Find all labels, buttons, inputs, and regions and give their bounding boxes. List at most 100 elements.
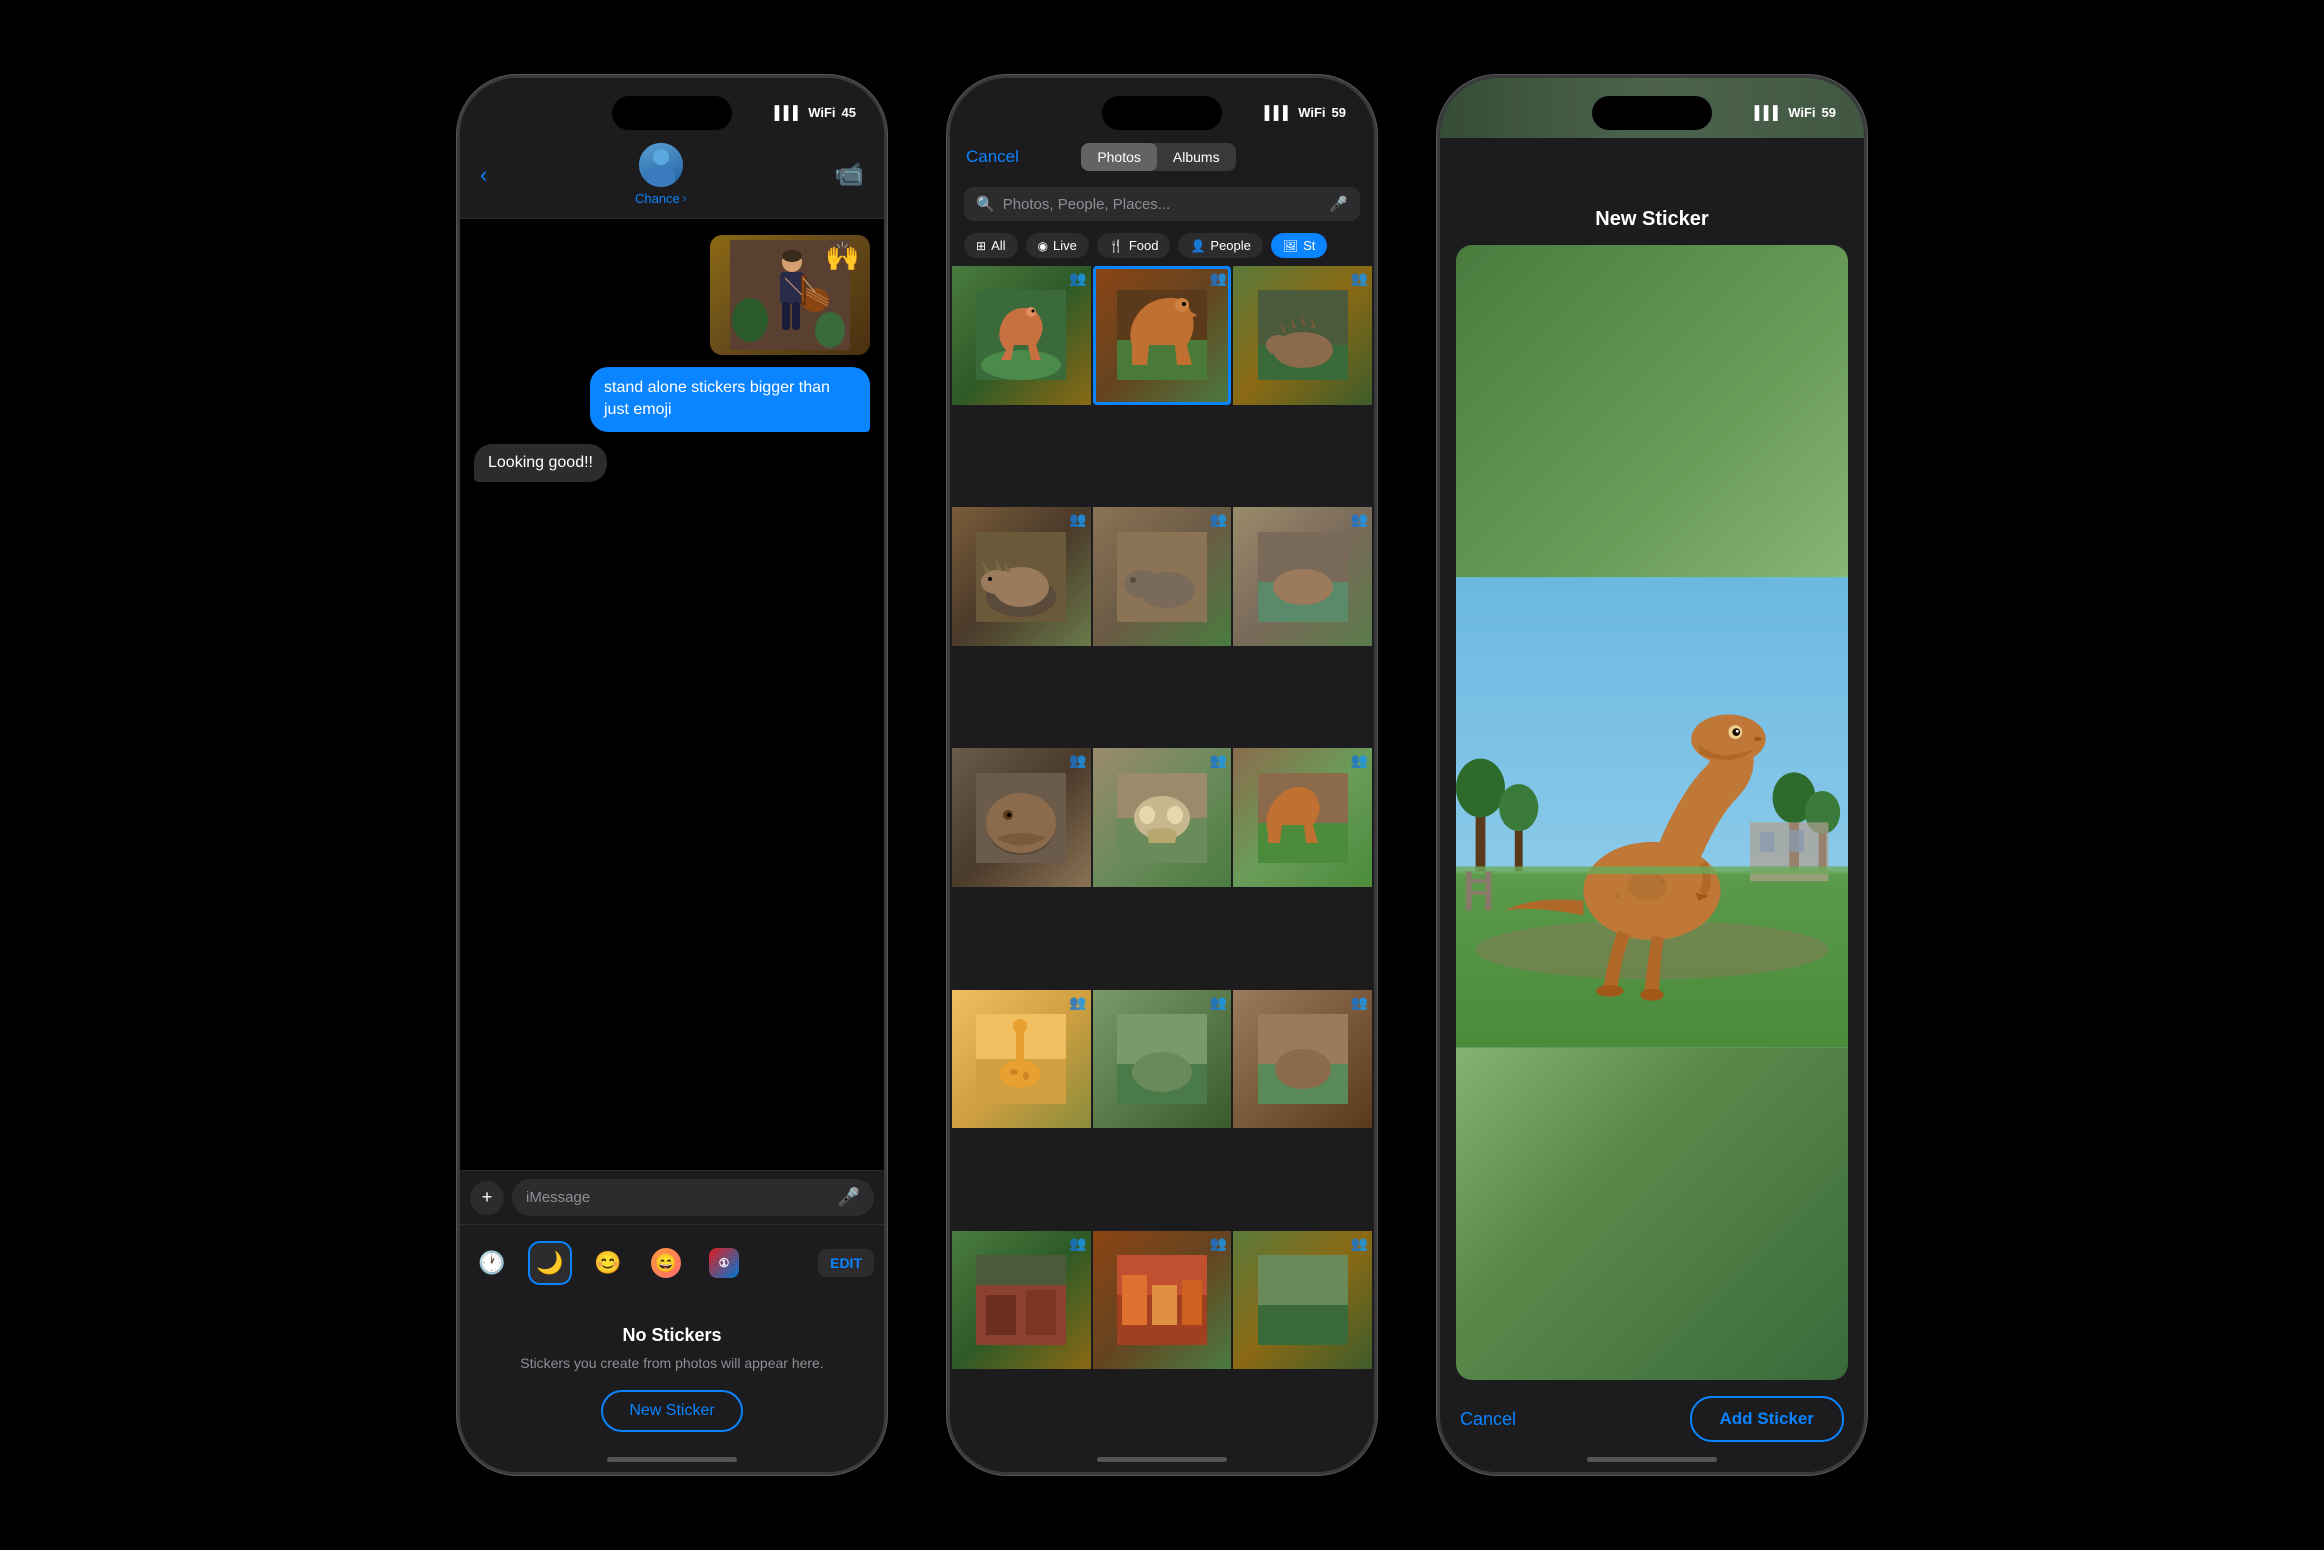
filter-bar: ⊞ All ◉ Live 🍴 Food 👤 People 🖼 St [950, 227, 1374, 264]
filter-stickers-label: St [1303, 238, 1315, 253]
signal-1: ▌▌▌ [775, 105, 803, 120]
people-overlay-12: 👥 [1351, 994, 1368, 1011]
filter-stickers[interactable]: 🖼 St [1271, 233, 1328, 258]
filter-live[interactable]: ◉ Live [1026, 233, 1089, 258]
chevron-right-icon: › [683, 193, 687, 205]
grid-icon: ⊞ [976, 239, 986, 253]
sticker-preview [1456, 245, 1848, 1380]
dino-svg-13 [976, 1255, 1066, 1345]
photo-cell-3[interactable]: 👥 [1233, 266, 1372, 405]
photo-cell-1[interactable]: 👥 [952, 266, 1091, 405]
app-drawer: 🕐 🌙 😊 😄 ① EDIT No Stickers Stickers you … [460, 1224, 884, 1472]
photo-cell-10[interactable]: 👥 [952, 990, 1091, 1129]
new-sticker-button[interactable]: New Sticker [601, 1390, 742, 1432]
filter-all[interactable]: ⊞ All [964, 233, 1018, 258]
contact-name: Chance › [635, 191, 686, 206]
photo-cell-8[interactable]: 👥 [1093, 748, 1232, 887]
photo-cell-5[interactable]: 👥 [1093, 507, 1232, 646]
stickers-filter-icon: 🖼 [1283, 239, 1298, 253]
no-stickers-title: No Stickers [622, 1325, 721, 1346]
live-icon: ◉ [1038, 239, 1048, 253]
hands-emoji: 🙌 [825, 240, 860, 273]
photo-cell-11[interactable]: 👥 [1093, 990, 1232, 1129]
people-overlay-14: 👥 [1210, 1235, 1227, 1252]
photo-cell-6[interactable]: 👥 [1233, 507, 1372, 646]
photo-cell-13[interactable]: 👥 [952, 1231, 1091, 1370]
drawer-tab-recent[interactable]: 🕐 [470, 1241, 514, 1285]
sticker-preview-svg [1456, 245, 1848, 1380]
filter-live-label: Live [1053, 238, 1077, 253]
people-overlay-3: 👥 [1351, 270, 1368, 287]
phone2-screen: ▌▌▌ WiFi 59 Cancel Photos Albums 🔍 Photo… [950, 78, 1374, 1472]
drawer-tab-memoji[interactable]: 😄 [644, 1241, 688, 1285]
albums-tab[interactable]: Albums [1157, 143, 1236, 171]
dino-svg-6 [1258, 532, 1348, 622]
dino-svg-5 [1117, 532, 1207, 622]
drawer-tab-onedrive[interactable]: ① [702, 1241, 746, 1285]
add-attachment-button[interactable]: + [470, 1181, 504, 1215]
people-overlay-10: 👥 [1069, 994, 1086, 1011]
photo-cell-12[interactable]: 👥 [1233, 990, 1372, 1129]
battery-3: 59 [1822, 105, 1836, 120]
drawer-tab-stickers[interactable]: 🌙 [528, 1241, 572, 1285]
mic-icon[interactable]: 🎤 [838, 1187, 860, 1208]
message-placeholder: iMessage [526, 1189, 590, 1206]
filter-food-label: Food [1129, 238, 1159, 253]
sticker-message: 🙌 [710, 235, 870, 355]
drawer-tab-emoji[interactable]: 😊 [586, 1241, 630, 1285]
dino-svg-10 [976, 1014, 1066, 1104]
people-overlay-15: 👥 [1351, 1235, 1368, 1252]
wifi-3: WiFi [1788, 105, 1815, 120]
signal-2: ▌▌▌ [1265, 105, 1293, 120]
mic-search-icon[interactable]: 🎤 [1329, 195, 1348, 213]
contact-info[interactable]: Chance › [635, 143, 686, 206]
home-indicator-3 [1587, 1457, 1717, 1462]
dynamic-island-1 [612, 96, 732, 130]
avatar-image [639, 143, 683, 187]
phone-2: ▌▌▌ WiFi 59 Cancel Photos Albums 🔍 Photo… [947, 75, 1377, 1475]
no-stickers-panel: No Stickers Stickers you create from pho… [470, 1295, 874, 1472]
phone3-screen: ▌▌▌ WiFi 59 New Sticker [1440, 78, 1864, 1472]
photo-cell-14[interactable]: 👥 [1093, 1231, 1232, 1370]
people-overlay-5: 👥 [1210, 511, 1227, 528]
message-bubble-received-1: Looking good!! [474, 444, 607, 482]
phone-3: ▌▌▌ WiFi 59 New Sticker [1437, 75, 1867, 1475]
phone1-screen: ▌▌▌ WiFi 45 ‹ Chance › 📹 [460, 78, 884, 1472]
people-overlay-9: 👥 [1351, 752, 1368, 769]
photo-cell-2[interactable]: 👥 [1093, 266, 1232, 405]
contact-avatar [639, 143, 683, 187]
photo-grid: 👥 👥 [950, 264, 1374, 1472]
dino-svg-11 [1117, 1014, 1207, 1104]
people-icon-filter: 👤 [1190, 239, 1205, 253]
dino-svg-8 [1117, 773, 1207, 863]
photo-cell-4[interactable]: 👥 [952, 507, 1091, 646]
search-bar[interactable]: 🔍 Photos, People, Places... 🎤 [964, 187, 1360, 221]
status-icons-2: ▌▌▌ WiFi 59 [1265, 105, 1346, 120]
status-icons-3: ▌▌▌ WiFi 59 [1755, 105, 1836, 120]
dino-svg-9 [1258, 773, 1348, 863]
dino-svg-2 [1117, 290, 1207, 380]
people-overlay-4: 👥 [1069, 511, 1086, 528]
message-input[interactable]: iMessage 🎤 [512, 1179, 874, 1216]
filter-people[interactable]: 👤 People [1178, 233, 1262, 258]
dino-svg-1 [976, 290, 1066, 380]
wifi-2: WiFi [1298, 105, 1325, 120]
back-button[interactable]: ‹ [480, 162, 487, 188]
filter-all-label: All [991, 238, 1005, 253]
cancel-link[interactable]: Cancel [1460, 1409, 1516, 1430]
dynamic-island-2 [1102, 96, 1222, 130]
photo-cell-9[interactable]: 👥 [1233, 748, 1372, 887]
add-sticker-button[interactable]: Add Sticker [1690, 1396, 1844, 1442]
photo-cell-7[interactable]: 👥 [952, 748, 1091, 887]
photos-tab[interactable]: Photos [1081, 143, 1157, 171]
signal-3: ▌▌▌ [1755, 105, 1783, 120]
dino-svg-4 [976, 532, 1066, 622]
filter-food[interactable]: 🍴 Food [1097, 233, 1171, 258]
photo-cell-15[interactable]: 👥 [1233, 1231, 1372, 1370]
video-call-button[interactable]: 📹 [834, 160, 864, 189]
cancel-button-2[interactable]: Cancel [966, 147, 1019, 167]
edit-button[interactable]: EDIT [818, 1249, 874, 1277]
filter-people-label: People [1210, 238, 1250, 253]
sticker-title: New Sticker [1595, 208, 1708, 230]
status-icons-1: ▌▌▌ WiFi 45 [775, 105, 856, 120]
